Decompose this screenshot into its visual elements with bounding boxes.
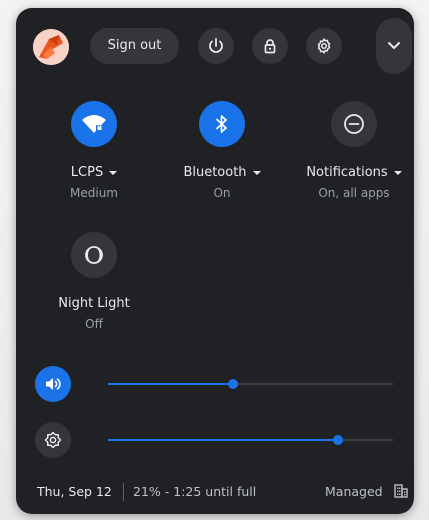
night-light-icon bbox=[85, 246, 103, 264]
caret-down-icon bbox=[109, 171, 118, 175]
sign-out-button[interactable]: Sign out bbox=[90, 28, 179, 64]
notifications-label: Notifications bbox=[306, 165, 388, 180]
power-button[interactable] bbox=[198, 28, 234, 64]
volume-mute-button[interactable] bbox=[35, 366, 71, 402]
night-light-label-row[interactable]: Night Light bbox=[34, 296, 154, 311]
night-light-tile: Night Light Off bbox=[34, 232, 154, 331]
caret-down-icon bbox=[252, 171, 261, 175]
notifications-tile: Notifications On, all apps bbox=[294, 101, 414, 200]
network-tile: LCPS Medium bbox=[34, 101, 154, 200]
notifications-label-row[interactable]: Notifications bbox=[294, 165, 414, 180]
managed-label[interactable]: Managed bbox=[325, 484, 383, 499]
volume-slider-fill bbox=[108, 383, 234, 385]
notifications-toggle[interactable] bbox=[331, 101, 377, 147]
settings-button[interactable] bbox=[306, 28, 342, 64]
date-button[interactable]: Thu, Sep 12 bbox=[37, 484, 112, 499]
night-light-label: Night Light bbox=[58, 296, 130, 311]
night-light-toggle[interactable] bbox=[71, 232, 117, 278]
brightness-slider-handle[interactable] bbox=[332, 435, 343, 445]
volume-slider[interactable] bbox=[108, 379, 393, 389]
bluetooth-label-row[interactable]: Bluetooth bbox=[162, 165, 282, 180]
volume-slider-handle[interactable] bbox=[228, 379, 239, 389]
power-icon bbox=[209, 38, 223, 53]
collapse-button[interactable] bbox=[376, 18, 412, 74]
chevron-down-icon bbox=[388, 42, 400, 49]
bluetooth-tile: Bluetooth On bbox=[162, 101, 282, 200]
footer-divider bbox=[123, 483, 124, 501]
lock-icon bbox=[264, 39, 276, 54]
status-footer: Thu, Sep 12 21% - 1:25 until full Manage… bbox=[16, 472, 414, 512]
night-light-status: Off bbox=[85, 317, 103, 331]
bluetooth-label: Bluetooth bbox=[183, 165, 247, 180]
volume-icon bbox=[46, 378, 61, 390]
wifi-icon bbox=[82, 115, 106, 133]
avatar[interactable] bbox=[33, 29, 69, 65]
brightness-icon bbox=[44, 431, 62, 449]
caret-down-icon bbox=[393, 171, 402, 175]
lock-button[interactable] bbox=[252, 28, 288, 64]
bluetooth-toggle[interactable] bbox=[199, 101, 245, 147]
bluetooth-icon bbox=[216, 115, 227, 133]
notifications-status: On, all apps bbox=[318, 186, 390, 200]
enterprise-icon[interactable] bbox=[394, 484, 408, 501]
avatar-image bbox=[33, 29, 69, 65]
quick-settings-panel: Sign out LCPS Medium Bluetooth On Notifi… bbox=[16, 8, 414, 514]
bluetooth-status: On bbox=[213, 186, 231, 200]
gear-icon bbox=[317, 38, 331, 54]
network-toggle[interactable] bbox=[71, 101, 117, 147]
network-label-row[interactable]: LCPS bbox=[34, 165, 154, 180]
network-label: LCPS bbox=[70, 165, 104, 180]
do-not-disturb-icon bbox=[344, 114, 364, 134]
battery-status[interactable]: 21% - 1:25 until full bbox=[133, 484, 256, 499]
brightness-button[interactable] bbox=[35, 422, 71, 458]
brightness-slider[interactable] bbox=[108, 435, 393, 445]
brightness-slider-fill bbox=[108, 439, 338, 441]
network-status: Medium bbox=[70, 186, 118, 200]
